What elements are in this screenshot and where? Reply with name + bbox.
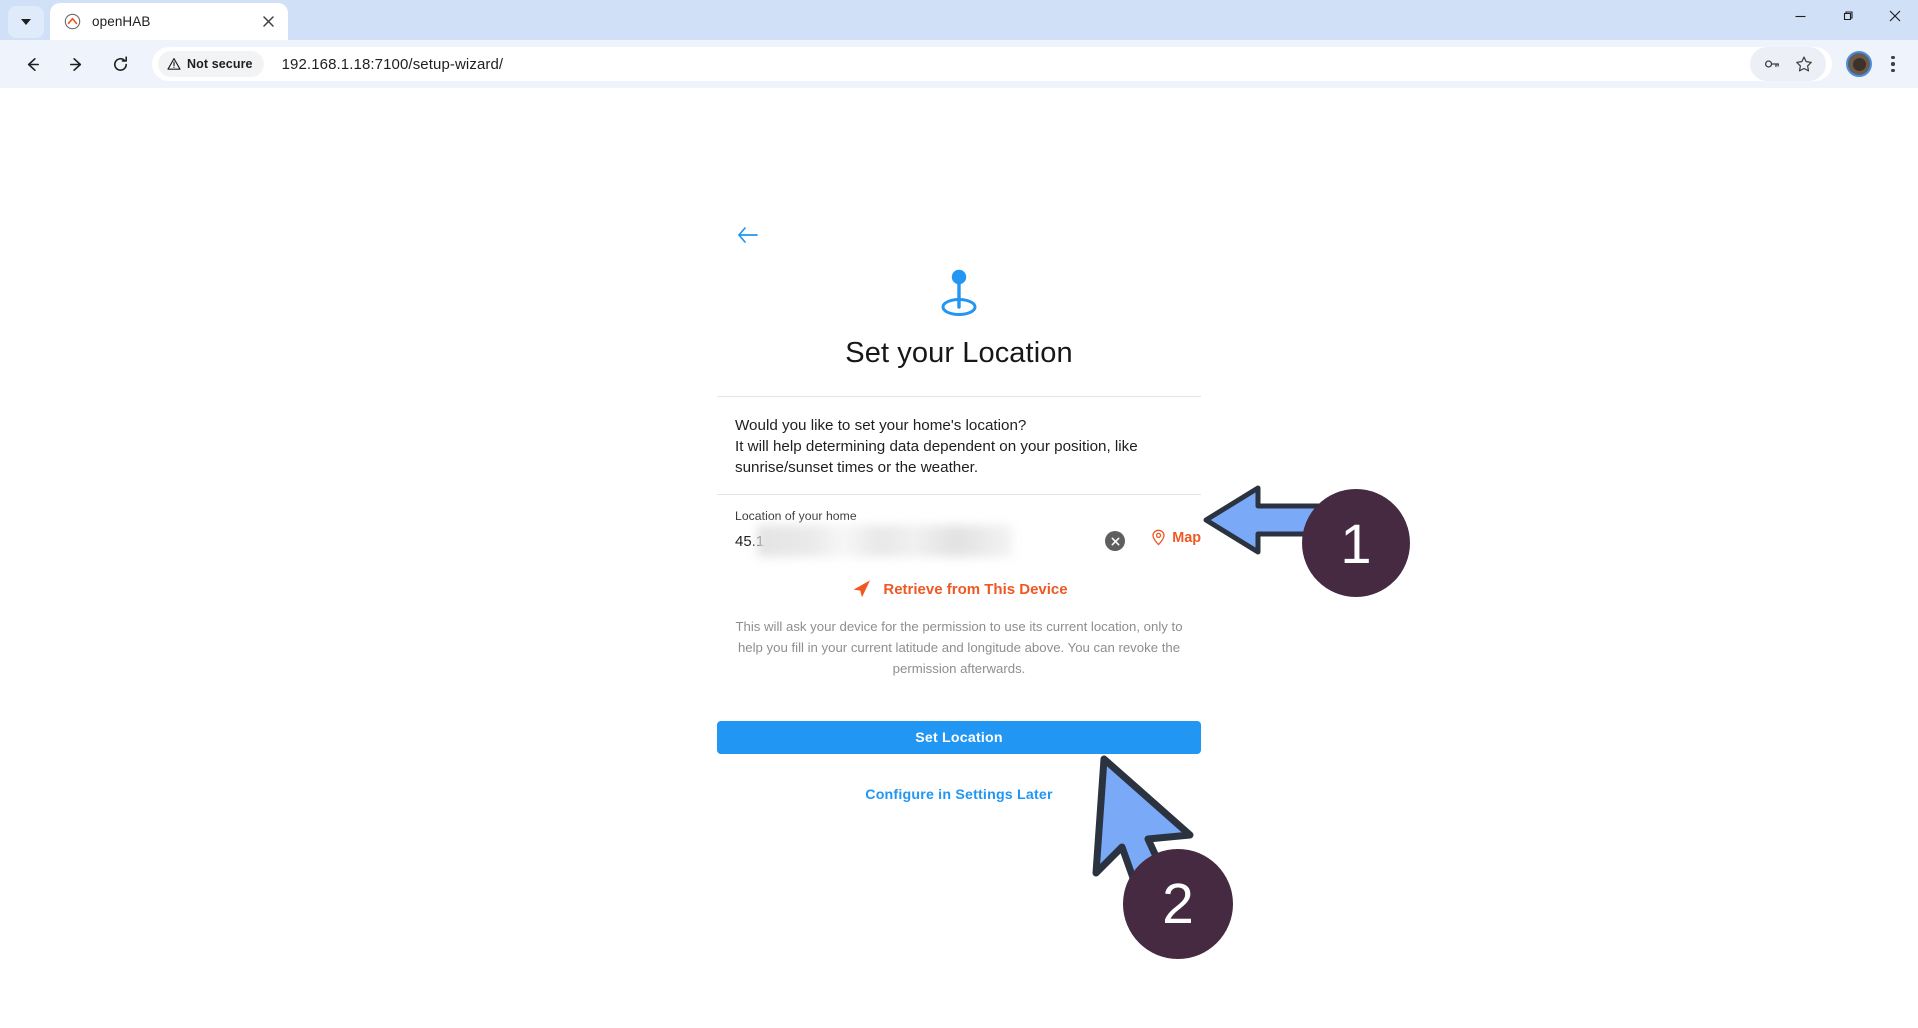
security-status-chip[interactable]: Not secure (158, 51, 264, 77)
description-line-3: sunrise/sunset times or the weather. (735, 459, 979, 476)
description-line-2: It will help determining data dependent … (735, 438, 1138, 455)
address-bar[interactable]: Not secure 192.168.1.18:7100/setup-wizar… (152, 47, 1832, 81)
location-input[interactable]: 45.1 (735, 533, 764, 550)
set-location-button[interactable]: Set Location (717, 721, 1201, 754)
wizard-back-button[interactable] (735, 222, 765, 248)
location-field-block: Location of your home 45.1 Map (717, 495, 1201, 558)
browser-tab[interactable]: openHAB (50, 3, 288, 40)
browser-window: openHAB Not secure 192.168.1.18:7100/set… (0, 0, 1918, 1028)
window-minimize-button[interactable] (1777, 0, 1824, 32)
star-icon[interactable] (1788, 50, 1820, 78)
annotation-badge-2: 2 (1123, 849, 1233, 959)
kebab-menu-icon[interactable] (1878, 47, 1908, 81)
omnibox-actions (1750, 47, 1826, 81)
navigation-arrow-icon (850, 578, 872, 600)
map-pin-icon (936, 266, 982, 323)
map-link-label: Map (1172, 529, 1201, 546)
annotation-badge-1: 1 (1302, 489, 1410, 597)
setup-wizard-panel: Set your Location Would you like to set … (717, 266, 1201, 803)
wizard-description: Would you like to set your home's locati… (717, 397, 1201, 494)
page-viewport: Set your Location Would you like to set … (0, 88, 1918, 1028)
hero-icon-wrap (717, 266, 1201, 323)
window-close-button[interactable] (1871, 0, 1918, 32)
map-link[interactable]: Map (1151, 529, 1201, 546)
clear-location-button[interactable] (1105, 531, 1126, 551)
chevron-down-icon (21, 19, 31, 25)
tab-title: openHAB (92, 14, 151, 29)
map-pin-outline-icon (1151, 529, 1166, 546)
configure-later-link[interactable]: Configure in Settings Later (717, 787, 1201, 803)
openhab-favicon (64, 13, 81, 30)
redaction-overlay (757, 525, 1012, 557)
window-controls (1777, 0, 1918, 40)
avatar[interactable] (1846, 51, 1872, 77)
nav-reload-button[interactable] (103, 47, 137, 81)
warning-triangle-icon (167, 57, 181, 71)
tab-search-button[interactable] (8, 6, 44, 38)
browser-titlebar: openHAB (0, 0, 1918, 40)
browser-toolbar: Not secure 192.168.1.18:7100/setup-wizar… (0, 40, 1918, 88)
retrieve-label: Retrieve from This Device (883, 580, 1068, 598)
permission-hint: This will ask your device for the permis… (735, 619, 1183, 676)
page-title: Set your Location (845, 337, 1073, 369)
annotation-badge-1-number: 1 (1340, 511, 1372, 575)
location-input-wrap[interactable]: Location of your home 45.1 (717, 509, 1097, 557)
location-value-row: 45.1 (735, 525, 1097, 557)
nav-back-button[interactable] (15, 47, 49, 81)
annotation-badge-2-number: 2 (1162, 872, 1194, 936)
security-status-label: Not secure (187, 57, 253, 71)
url-text[interactable]: 192.168.1.18:7100/setup-wizard/ (282, 56, 504, 73)
retrieve-from-device-button[interactable]: Retrieve from This Device (717, 578, 1201, 600)
description-line-1: Would you like to set your home's locati… (735, 417, 1027, 434)
window-maximize-button[interactable] (1824, 0, 1871, 32)
nav-forward-button[interactable] (59, 47, 93, 81)
location-field-label: Location of your home (735, 509, 857, 523)
tab-close-icon[interactable] (258, 12, 278, 32)
key-icon[interactable] (1756, 50, 1788, 78)
